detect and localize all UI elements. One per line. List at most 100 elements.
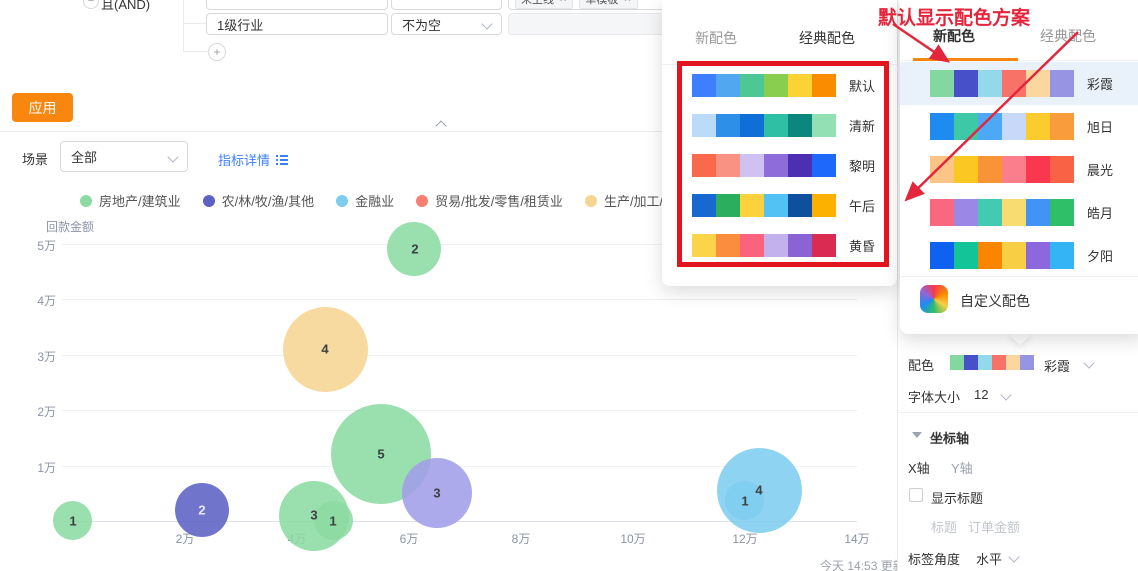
color-swatch <box>1026 242 1050 269</box>
new-color-popup: 新配色 经典配色 彩霞 旭日 晨光 皓月 夕阳 自定义配色 <box>900 0 1138 334</box>
color-setting-label: 配色 <box>908 358 935 373</box>
color-swatch <box>1026 156 1050 183</box>
metric-detail-label: 指标详情 <box>218 153 271 168</box>
color-swatch <box>992 355 1006 370</box>
color-scheme-row[interactable]: 旭日 <box>930 113 1113 140</box>
tree-connector <box>183 51 208 52</box>
y-axis-tab[interactable]: Y轴 <box>951 458 973 477</box>
bubble-value-label: 4 <box>755 482 763 498</box>
active-tab-underline <box>913 58 1018 61</box>
color-swatch <box>978 242 1002 269</box>
color-swatch <box>1050 113 1074 140</box>
filter-field-input[interactable] <box>206 0 388 10</box>
filter-value-tag[interactable]: 单模板 ✕ <box>579 0 638 9</box>
color-swatch <box>930 242 954 269</box>
add-condition-button[interactable]: + <box>208 43 226 61</box>
legend-item[interactable]: 农/林/牧/渔/其他 <box>202 191 315 210</box>
remove-tag-icon[interactable]: ✕ <box>559 0 567 5</box>
filter-operator-select[interactable] <box>391 0 502 10</box>
blue-legend-dot <box>336 194 349 207</box>
scheme-name-label: 皓月 <box>1087 206 1114 221</box>
custom-palette-icon[interactable] <box>920 285 948 313</box>
show-title-label: 显示标题 <box>931 491 984 506</box>
legend-item[interactable]: 房地产/建筑业 <box>80 191 181 210</box>
color-scheme-row[interactable]: 彩霞 <box>930 70 1113 97</box>
color-swatch <box>978 156 1002 183</box>
filter-field-value: 1级行业 <box>217 17 264 33</box>
annotation-text: 默认显示配色方案 <box>878 8 1031 29</box>
bubble-value-label: 2 <box>198 502 206 518</box>
show-title-checkbox[interactable] <box>909 488 923 502</box>
legend-item-label: 农/林/牧/渔/其他 <box>221 194 315 209</box>
list-icon <box>276 154 289 165</box>
last-updated-text: 今天 14:53 更新 <box>820 559 905 571</box>
bubble-value-label: 1 <box>741 493 749 509</box>
filter-value-tag[interactable]: 未上线 ✕ <box>515 0 574 9</box>
color-swatch <box>1002 199 1026 226</box>
legend-item-label: 房地产/建筑业 <box>99 194 181 209</box>
filter-operator-value: 不为空 <box>402 17 442 33</box>
gridline <box>62 299 857 300</box>
scene-selected-value: 全部 <box>71 150 98 165</box>
filter-operator-select[interactable]: 不为空 <box>391 13 502 35</box>
title-value-disabled: 订单金额 <box>968 520 1021 535</box>
font-size-label: 字体大小 <box>908 390 961 405</box>
scene-select[interactable]: 全部 <box>60 141 188 172</box>
bubble-value-label: 1 <box>69 513 77 529</box>
dashboard-edit-page: − 且(AND) 未上线 ✕ 单模板 ✕ 1级行业 不为空 + 应用 场景 全部 指… <box>0 0 1138 571</box>
green-legend-dot <box>80 194 92 207</box>
color-swatch <box>1050 70 1074 97</box>
bubble-value-label: 3 <box>433 485 441 501</box>
color-scheme-row[interactable]: 晨光 <box>930 156 1113 183</box>
color-swatch <box>1050 199 1074 226</box>
tab-classic-colors[interactable]: 经典配色 <box>1040 26 1096 46</box>
current-color-scheme-swatches[interactable] <box>950 355 1034 370</box>
title-label-disabled: 标题 <box>931 520 958 535</box>
font-size-value[interactable]: 12 <box>974 387 988 402</box>
coral-legend-dot <box>416 194 429 207</box>
tab-new-colors[interactable]: 新配色 <box>695 28 737 48</box>
collapse-and-node-icon[interactable]: − <box>83 0 99 9</box>
color-swatch <box>1002 156 1026 183</box>
axis-section-title[interactable]: 坐标轴 <box>930 428 969 447</box>
remove-tag-icon[interactable]: ✕ <box>623 0 631 5</box>
color-swatch <box>950 355 964 370</box>
color-swatch <box>1026 113 1050 140</box>
color-scheme-value[interactable]: 彩霞 <box>1044 356 1070 375</box>
color-swatch <box>978 199 1002 226</box>
y-axis-title: 回款金额 <box>46 220 95 234</box>
color-swatch <box>978 355 992 370</box>
section-collapse-icon[interactable] <box>912 432 922 438</box>
annotation-highlight-rect <box>677 61 889 267</box>
x-axis-tick-label: 14万 <box>844 532 870 546</box>
color-swatch <box>1050 156 1074 183</box>
color-swatch <box>1020 355 1034 370</box>
gridline <box>62 355 857 356</box>
legend-item[interactable]: 贸易/批发/零售/租赁业 <box>416 191 563 210</box>
color-swatch <box>954 242 978 269</box>
collapse-panel-icon[interactable] <box>435 120 447 132</box>
tab-classic-colors[interactable]: 经典配色 <box>799 28 855 48</box>
scheme-swatch-strip <box>930 156 1074 183</box>
apply-button[interactable]: 应用 <box>12 93 73 122</box>
color-scheme-row[interactable]: 皓月 <box>930 199 1113 226</box>
filter-field-input[interactable]: 1级行业 <box>206 13 388 35</box>
color-scheme-row[interactable]: 夕阳 <box>930 242 1113 269</box>
custom-color-option[interactable]: 自定义配色 <box>960 291 1030 311</box>
x-axis-tick-label: 8万 <box>511 532 531 546</box>
label-angle-value[interactable]: 水平 <box>976 549 1002 568</box>
bubble-value-label: 5 <box>377 446 385 462</box>
chart-legend: 房地产/建筑业 农/林/牧/渔/其他 金融业 贸易/批发/零售/租赁业 生产/加工/制造 <box>80 191 689 210</box>
label-angle-label: 标签角度 <box>908 552 961 567</box>
scene-label: 场景 <box>22 152 49 167</box>
x-axis-tab[interactable]: X轴 <box>908 458 930 477</box>
color-swatch <box>954 70 978 97</box>
metric-detail-link[interactable]: 指标详情 <box>218 150 289 169</box>
bubble-value-label: 2 <box>411 241 419 257</box>
legend-item-label: 金融业 <box>355 194 395 209</box>
legend-item-label: 贸易/批发/零售/租赁业 <box>435 194 563 209</box>
legend-item[interactable]: 金融业 <box>336 191 394 210</box>
scheme-swatch-strip <box>930 199 1074 226</box>
color-swatch <box>954 113 978 140</box>
color-swatch <box>1002 242 1026 269</box>
